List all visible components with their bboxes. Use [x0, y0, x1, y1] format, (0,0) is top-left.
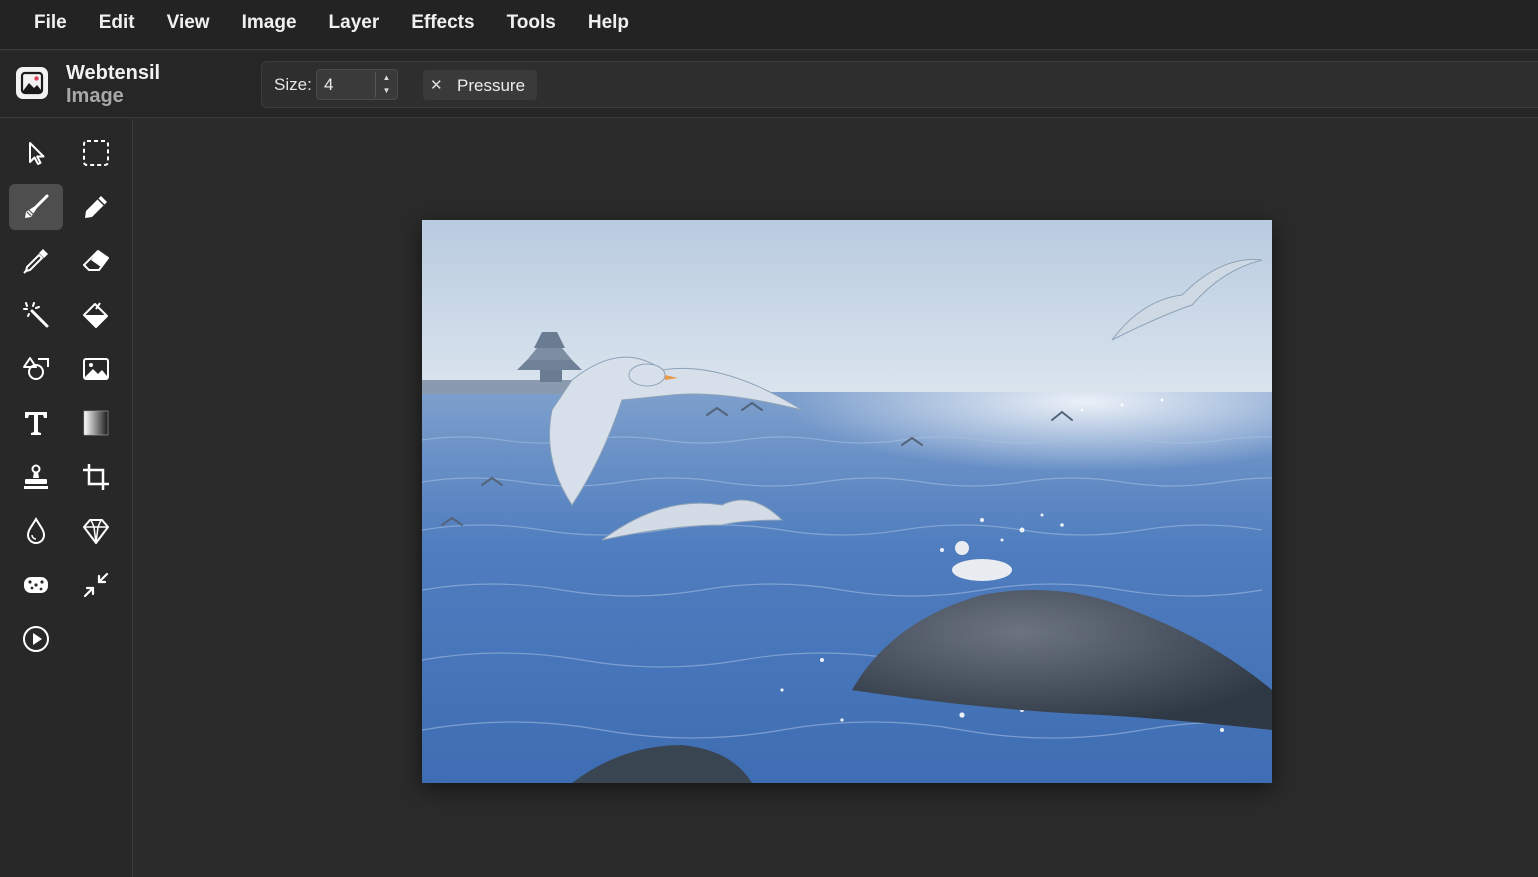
- marquee-select-icon[interactable]: [69, 130, 123, 176]
- tool-options-bar: Size: 4 ▲ ▼ ✕ Pressure: [261, 61, 1538, 108]
- menu-image[interactable]: Image: [226, 0, 313, 50]
- sponge-icon[interactable]: [9, 562, 63, 608]
- resize-compress-icon[interactable]: [69, 562, 123, 608]
- menu-tools[interactable]: Tools: [491, 0, 572, 50]
- canvas-area[interactable]: [134, 119, 1538, 877]
- pressure-label: Pressure: [457, 76, 526, 95]
- blur-drop-icon[interactable]: [9, 508, 63, 554]
- menu-help[interactable]: Help: [572, 0, 645, 50]
- sharpen-gem-icon[interactable]: [69, 508, 123, 554]
- app-name: Webtensil Image: [66, 62, 160, 108]
- select-arrow-icon[interactable]: [9, 130, 63, 176]
- pressure-toggle-button[interactable]: ✕ Pressure: [423, 70, 537, 100]
- play-icon[interactable]: [9, 616, 63, 662]
- menu-edit[interactable]: Edit: [83, 0, 151, 50]
- stepper-down-icon[interactable]: ▼: [376, 84, 397, 98]
- app-name-secondary: Image: [66, 85, 124, 107]
- eyedropper-icon[interactable]: [9, 238, 63, 284]
- menu-view[interactable]: View: [151, 0, 226, 50]
- size-label: Size:: [274, 75, 312, 94]
- menu-file[interactable]: File: [18, 0, 83, 50]
- app-logo-icon: [16, 67, 48, 99]
- clone-stamp-icon[interactable]: [9, 454, 63, 500]
- shapes-icon[interactable]: [9, 346, 63, 392]
- size-value[interactable]: 4: [324, 75, 333, 95]
- gradient-icon[interactable]: [69, 400, 123, 446]
- close-icon: ✕: [430, 77, 443, 94]
- menu-layer[interactable]: Layer: [313, 0, 396, 50]
- paintbrush-icon[interactable]: [9, 184, 63, 230]
- menu-bar: File Edit View Image Layer Effects Tools…: [0, 0, 1538, 50]
- text-icon[interactable]: [9, 400, 63, 446]
- stepper-up-icon[interactable]: ▲: [376, 71, 397, 85]
- menu-effects[interactable]: Effects: [395, 0, 490, 50]
- eraser-icon[interactable]: [69, 238, 123, 284]
- tool-sidebar: [0, 119, 133, 877]
- app-name-primary: Webtensil: [66, 62, 161, 84]
- image-canvas[interactable]: [422, 220, 1272, 783]
- crop-icon[interactable]: [69, 454, 123, 500]
- image-insert-icon[interactable]: [69, 346, 123, 392]
- seagulls-sea-photo: [422, 220, 1272, 783]
- magic-wand-icon[interactable]: [9, 292, 63, 338]
- pencil-icon[interactable]: [69, 184, 123, 230]
- app-header: Webtensil Image Size: 4 ▲ ▼ ✕ Pressure: [0, 51, 1538, 118]
- paint-bucket-icon[interactable]: [69, 292, 123, 338]
- size-stepper[interactable]: 4 ▲ ▼: [316, 69, 398, 100]
